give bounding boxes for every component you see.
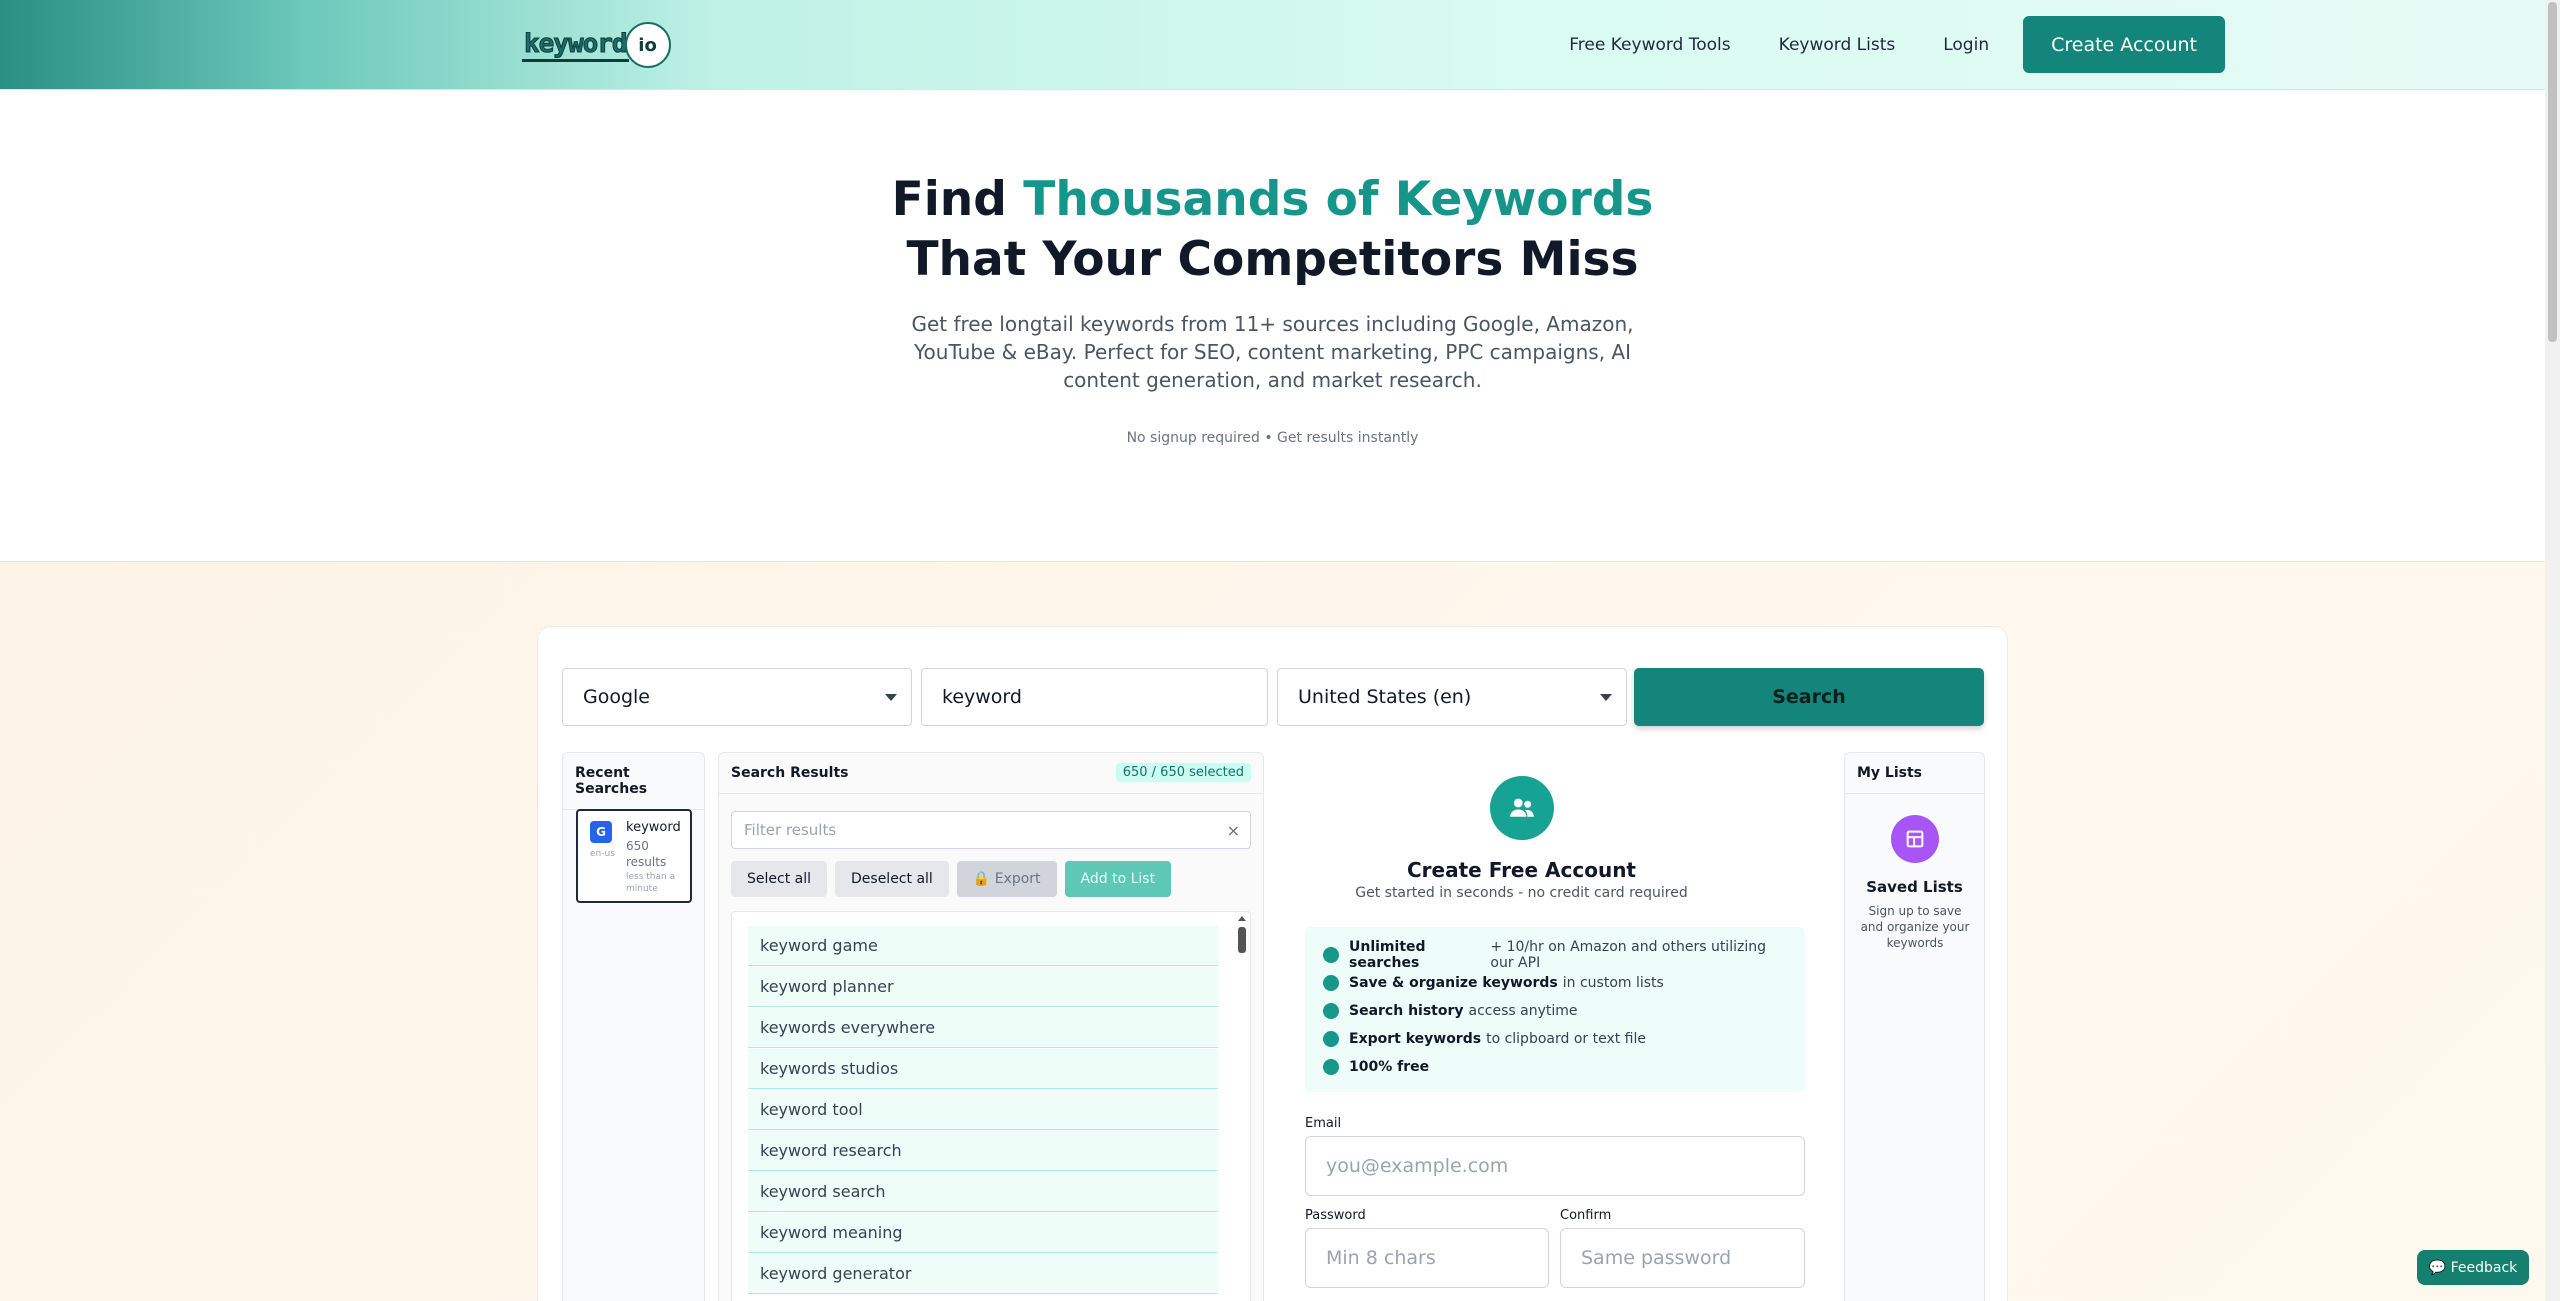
feature-bold: Search history <box>1349 1003 1464 1019</box>
list-item[interactable]: keywords everywhere <box>748 1008 1218 1048</box>
confirm-label: Confirm <box>1560 1208 1612 1223</box>
feature-item: Export keywords to clipboard or text file <box>1323 1025 1787 1053</box>
create-account-button[interactable]: Create Account <box>2023 16 2225 73</box>
hero-title: Find Thousands of Keywords That Your Com… <box>0 170 2545 290</box>
list-item[interactable]: keyword meaning <box>748 1213 1218 1253</box>
password-label: Password <box>1305 1208 1366 1223</box>
recent-search-locale: en-us <box>590 849 615 859</box>
my-lists-panel: My Lists Saved Lists Sign up to save and… <box>1844 752 1985 1301</box>
clear-icon[interactable]: × <box>1227 821 1240 840</box>
keyword-tool-panel: Google keyword United States (en) Search… <box>537 626 2008 1301</box>
check-dot-icon <box>1323 947 1339 963</box>
recent-search-count: 650 results <box>626 839 667 869</box>
hero-section: Find Thousands of Keywords That Your Com… <box>0 90 2545 562</box>
list-icon <box>1891 815 1939 863</box>
results-actions: Select all Deselect all 🔒 Export Add to … <box>731 861 1179 897</box>
recent-search-keyword: keyword <box>626 820 681 835</box>
filter-results-input[interactable]: Filter results × <box>731 811 1251 849</box>
select-all-button[interactable]: Select all <box>731 861 827 897</box>
users-icon <box>1490 776 1554 840</box>
results-scrollbar[interactable] <box>1237 916 1247 956</box>
feature-rest: in custom lists <box>1562 975 1664 991</box>
feature-rest: + 10/hr on Amazon and others utilizing o… <box>1490 939 1766 971</box>
keyword-input[interactable]: keyword <box>921 668 1268 726</box>
hero-note: No signup required • Get results instant… <box>1126 430 1419 446</box>
results-list: keyword game keyword planner keywords ev… <box>731 911 1251 1301</box>
feature-bold: Export keywords <box>1349 1031 1482 1047</box>
password-placeholder: Min 8 chars <box>1326 1247 1436 1269</box>
create-account-panel: Create Free Account Get started in secon… <box>1264 752 1805 1301</box>
feature-item: Search history access anytime <box>1323 997 1787 1025</box>
country-select-value: United States (en) <box>1298 686 1472 708</box>
check-dot-icon <box>1323 975 1339 991</box>
list-item[interactable]: keyword search <box>748 1172 1218 1212</box>
scroll-thumb[interactable] <box>1238 927 1246 953</box>
nav-keyword-lists[interactable]: Keyword Lists <box>1779 35 1896 55</box>
nav-free-keyword-tools[interactable]: Free Keyword Tools <box>1569 35 1730 55</box>
keyword-input-value: keyword <box>942 686 1022 708</box>
password-field[interactable]: Min 8 chars <box>1305 1228 1549 1288</box>
list-item[interactable]: keyword tool <box>748 1090 1218 1130</box>
feature-item: Save & organize keywords in custom lists <box>1323 969 1787 997</box>
recent-searches-heading: Recent Searches <box>563 753 704 810</box>
logo-word: keyword <box>522 28 629 62</box>
email-field[interactable]: you@example.com <box>1305 1136 1805 1196</box>
check-dot-icon <box>1323 1031 1339 1047</box>
main-nav: Free Keyword Tools Keyword Lists Login C… <box>1521 16 2225 73</box>
page-scroll-thumb[interactable] <box>2548 2 2557 342</box>
search-results-panel: Search Results 650 / 650 selected Filter… <box>718 752 1264 1301</box>
feature-bold: Save & organize keywords <box>1349 975 1558 991</box>
google-icon: G <box>590 821 612 843</box>
scroll-up-icon <box>1238 916 1246 921</box>
email-placeholder: you@example.com <box>1326 1155 1509 1177</box>
hero-title-accent: Thousands of Keywords <box>1023 172 1654 227</box>
hero-title-line2: That Your Competitors Miss <box>906 232 1639 287</box>
list-item[interactable]: keyword research <box>748 1131 1218 1171</box>
feature-bold: 100% free <box>1349 1059 1430 1075</box>
create-account-subtitle: Get started in seconds - no credit card … <box>1355 885 1688 901</box>
chevron-down-icon <box>885 694 897 701</box>
feature-rest: to clipboard or text file <box>1486 1031 1646 1047</box>
logo[interactable]: keyword io <box>522 22 671 68</box>
confirm-password-field[interactable]: Same password <box>1560 1228 1805 1288</box>
recent-search-item[interactable]: G en-us keyword 650 results less than a … <box>576 809 692 903</box>
nav-login[interactable]: Login <box>1943 35 1989 55</box>
site-header: keyword io Free Keyword Tools Keyword Li… <box>0 0 2545 90</box>
search-button[interactable]: Search <box>1634 668 1984 726</box>
feature-bold: Unlimited searches <box>1349 939 1426 971</box>
source-select[interactable]: Google <box>562 668 912 726</box>
feature-item: 100% free <box>1323 1053 1787 1081</box>
export-button[interactable]: 🔒 Export <box>956 861 1057 897</box>
filter-placeholder: Filter results <box>744 821 837 839</box>
list-item[interactable]: keyword planner <box>748 967 1218 1007</box>
chevron-down-icon <box>1600 694 1612 701</box>
saved-lists-title: Saved Lists <box>1866 878 1963 896</box>
source-select-value: Google <box>583 686 651 708</box>
hero-title-part1: Find <box>891 172 1024 227</box>
confirm-placeholder: Same password <box>1581 1247 1732 1269</box>
page-scrollbar[interactable] <box>2545 0 2560 1301</box>
add-to-list-button[interactable]: Add to List <box>1064 861 1172 897</box>
my-lists-heading: My Lists <box>1845 753 1984 794</box>
selected-count-badge: 650 / 650 selected <box>1115 763 1251 782</box>
feedback-button[interactable]: 💬 Feedback <box>2417 1250 2529 1285</box>
create-account-title: Create Free Account <box>1407 858 1636 882</box>
recent-searches-panel: Recent Searches G en-us keyword 650 resu… <box>562 752 705 1301</box>
check-dot-icon <box>1323 1003 1339 1019</box>
deselect-all-button[interactable]: Deselect all <box>835 861 949 897</box>
feature-rest: access anytime <box>1468 1003 1578 1019</box>
country-select[interactable]: United States (en) <box>1277 668 1627 726</box>
logo-io-badge: io <box>624 22 671 68</box>
hero-subtitle: Get free longtail keywords from 11+ sour… <box>911 312 1634 392</box>
list-item[interactable]: keywords studios <box>748 1049 1218 1089</box>
feature-list: Unlimited searches + 10/hr on Amazon and … <box>1305 927 1805 1092</box>
feature-item: Unlimited searches + 10/hr on Amazon and … <box>1323 939 1787 971</box>
list-item[interactable]: keyword generator <box>748 1254 1218 1294</box>
saved-lists-subtitle: Sign up to save and organize your keywor… <box>1860 904 1970 950</box>
recent-search-time: less than a minute <box>626 872 676 894</box>
check-dot-icon <box>1323 1059 1339 1075</box>
list-item[interactable]: keyword game <box>748 926 1218 966</box>
email-label: Email <box>1305 1116 1342 1131</box>
